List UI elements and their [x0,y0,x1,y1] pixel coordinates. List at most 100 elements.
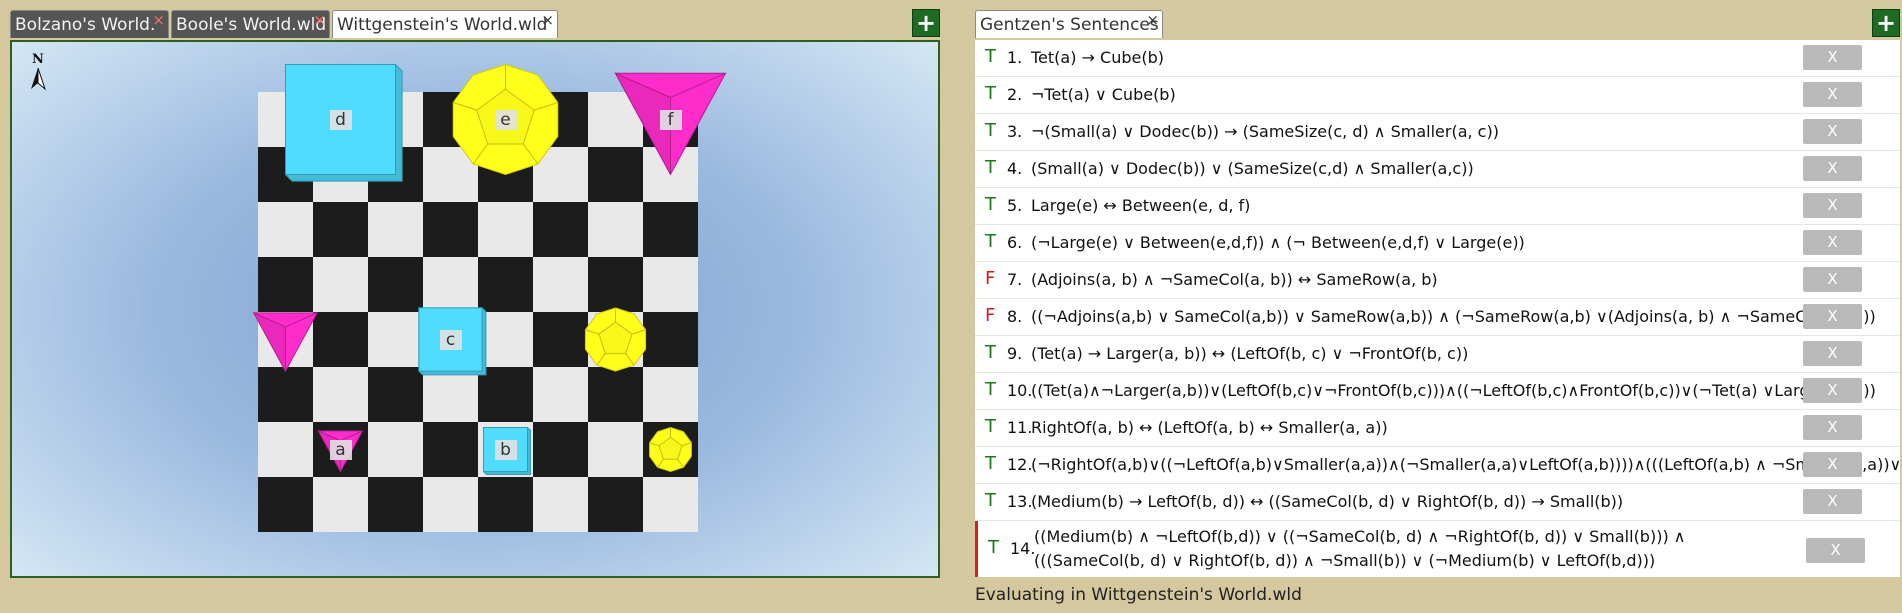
delete-sentence-button[interactable]: X [1803,415,1862,440]
truth-value: T [985,120,996,141]
delete-sentence-button[interactable]: X [1803,230,1862,255]
add-world-button[interactable]: + [912,9,940,37]
truth-value: T [985,46,996,67]
sentence-text[interactable]: ((¬Adjoins(a,b) ∨ SameCol(a,b)) ∨ SameRo… [1031,307,1876,326]
tab-label: Bolzano's World. [15,15,156,35]
sentence-row[interactable]: T 6. (¬Large(e) ∨ Between(e,d,f)) ∧ (¬ Bet… [975,225,1900,262]
block-label-d: d [329,109,352,130]
sentence-row[interactable]: T 1. Tet(a) → Cube(b) X [975,40,1900,77]
truth-value: T [985,83,996,104]
delete-sentence-button[interactable]: X [1803,378,1862,403]
sentence-row[interactable]: T 12. (¬RightOf(a,b)∨((¬LeftOf(a,b)∨Smalle… [975,447,1900,484]
delete-sentence-button[interactable]: X [1803,119,1862,144]
sentence-text[interactable]: Tet(a) → Cube(b) [1031,48,1164,67]
delete-sentence-button[interactable]: X [1803,304,1862,329]
sentence-list: T 1. Tet(a) → Cube(b) X T 2. ¬Tet(a) ∨ Cube(b)… [975,40,1900,577]
sentence-text[interactable]: ¬Tet(a) ∨ Cube(b) [1031,85,1176,104]
sentence-number: 5. [1007,196,1023,215]
delete-sentence-button[interactable]: X [1803,193,1862,218]
sentence-row[interactable]: T 9. (Tet(a) → Larger(a, b)) ↔ (LeftOf(b, … [975,336,1900,373]
sentence-text-line: (¬Large(e) ∨ Between(e,d,f)) ∧ (¬ Betwee… [1031,233,1525,252]
block-label-a: a [329,439,352,460]
sentence-row[interactable]: T 5. Large(e) ↔ Between(e, d, f) X [975,188,1900,225]
blocks-layer[interactable] [12,42,940,578]
sentence-number: 9. [1007,344,1023,363]
sentence-text[interactable]: (¬RightOf(a,b)∨((¬LeftOf(a,b)∨Smaller(a,… [1031,455,1900,474]
sentence-text[interactable]: (Medium(b) → LeftOf(b, d)) ↔ ((SameCol(b… [1031,492,1623,511]
sentence-row[interactable]: T 3. ¬(Small(a) ∨ Dodec(b)) → (SameSize(c… [975,114,1900,151]
sentence-text-line: ¬(Small(a) ∨ Dodec(b)) → (SameSize(c, d)… [1031,122,1499,141]
truth-value: T [985,416,996,437]
sentence-text[interactable]: ((Medium(b) ∧ ¬LeftOf(b,d)) ∨ ((¬SameCol… [1034,525,1685,573]
block-dodec[interactable] [584,307,647,372]
truth-value: T [985,157,996,178]
sentence-row[interactable]: T 2. ¬Tet(a) ∨ Cube(b) X [975,77,1900,114]
sentence-row[interactable]: T 4. (Small(a) ∨ Dodec(b)) ∨ (SameSize(c,d… [975,151,1900,188]
sentence-text-line: (Medium(b) → LeftOf(b, d)) ↔ ((SameCol(b… [1031,492,1624,511]
sentence-text-line: ¬Tet(a) ∨ Cube(b) [1031,85,1176,104]
sentence-number: 2. [1007,85,1023,104]
block-label-c: c [439,329,462,350]
tab-wittgensteins-world[interactable]: Wittgenstein's World.wld × [332,10,558,38]
truth-value: T [985,379,996,400]
close-tab-icon[interactable]: × [1146,11,1159,29]
delete-sentence-button[interactable]: X [1806,538,1865,563]
sentence-row[interactable]: F 8. ((¬Adjoins(a,b) ∨ SameCol(a,b)) ∨ Sam… [975,299,1900,336]
block-label-e: e [494,109,517,130]
sentence-text-line: (¬RightOf(a,b)∨((¬LeftOf(a,b)∨Smaller(a,… [1031,455,1900,474]
close-tab-icon[interactable]: × [152,11,165,29]
delete-sentence-button[interactable]: X [1803,45,1862,70]
sentence-row[interactable]: T 13. (Medium(b) → LeftOf(b, d)) ↔ ((SameC… [975,484,1900,521]
sentence-text-line: (Small(a) ∨ Dodec(b)) ∨ (SameSize(c,d) ∧… [1031,159,1474,178]
sentence-text-line: (Adjoins(a, b) ∧ ¬SameCol(a, b)) ↔ SameR… [1031,270,1438,289]
sentence-text-line: ((Tet(a)∧¬Larger(a,b))∨(LeftOf(b,c)∨¬Fro… [1031,381,1876,400]
sentence-text-line: RightOf(a, b) ↔ (LeftOf(a, b) ↔ Smaller(… [1031,418,1388,437]
block-label-f: f [659,109,682,130]
sentence-tab-bar: Gentzen's Sentences × [975,10,1165,38]
sentence-number: 8. [1007,307,1023,326]
delete-sentence-button[interactable]: X [1803,82,1862,107]
sentence-text[interactable]: (Small(a) ∨ Dodec(b)) ∨ (SameSize(c,d) ∧… [1031,159,1474,178]
sentence-row[interactable]: T 14. ((Medium(b) ∧ ¬LeftOf(b,d)) ∨ ((¬Sam… [975,521,1900,577]
block-tet[interactable] [252,311,318,373]
truth-value: T [985,194,996,215]
tab-booles-world[interactable]: Boole's World.wld × [171,10,330,38]
block-dodec[interactable] [649,426,692,473]
sentence-text-line: ((¬Adjoins(a,b) ∨ SameCol(a,b)) ∨ SameRo… [1031,307,1876,326]
sentence-text[interactable]: (Adjoins(a, b) ∧ ¬SameCol(a, b)) ↔ SameR… [1031,270,1438,289]
delete-sentence-button[interactable]: X [1803,267,1862,292]
close-tab-icon[interactable]: × [541,11,554,29]
sentence-number: 12. [1007,455,1033,474]
tab-label: Boole's World.wld [176,15,327,35]
sentence-number: 6. [1007,233,1023,252]
delete-sentence-button[interactable]: X [1803,156,1862,181]
delete-sentence-button[interactable]: X [1803,489,1862,514]
tab-bolzanos-world[interactable]: Bolzano's World. × [10,10,169,38]
sentence-text[interactable]: ((Tet(a)∧¬Larger(a,b))∨(LeftOf(b,c)∨¬Fro… [1031,381,1876,400]
sentence-text-line: Large(e) ↔ Between(e, d, f) [1031,196,1251,215]
sentence-text[interactable]: (Tet(a) → Larger(a, b)) ↔ (LeftOf(b, c) … [1031,344,1468,363]
sentence-row[interactable]: F 7. (Adjoins(a, b) ∧ ¬SameCol(a, b)) ↔ Sa… [975,262,1900,299]
world-tab-bar: Bolzano's World. × Boole's World.wld × W… [10,10,560,38]
tab-gentzens-sentences[interactable]: Gentzen's Sentences × [975,10,1163,38]
truth-value: T [985,342,996,363]
delete-sentence-button[interactable]: X [1803,341,1862,366]
sentence-text[interactable]: RightOf(a, b) ↔ (LeftOf(a, b) ↔ Smaller(… [1031,418,1388,437]
sentence-number: 4. [1007,159,1023,178]
sentence-text[interactable]: ¬(Small(a) ∨ Dodec(b)) → (SameSize(c, d)… [1031,122,1499,141]
sentence-row[interactable]: T 11. RightOf(a, b) ↔ (LeftOf(a, b) ↔ Smal… [975,410,1900,447]
sentence-row[interactable]: T 10. ((Tet(a)∧¬Larger(a,b))∨(LeftOf(b,c)∨… [975,373,1900,410]
truth-value: F [985,305,996,326]
sentence-text[interactable]: (¬Large(e) ∨ Between(e,d,f)) ∧ (¬ Betwee… [1031,233,1525,252]
sentence-number: 10. [1007,381,1033,400]
tab-label: Gentzen's Sentences [980,15,1159,35]
sentence-text[interactable]: Large(e) ↔ Between(e, d, f) [1031,196,1250,215]
sentence-text-line: ((Medium(b) ∧ ¬LeftOf(b,d)) ∨ ((¬SameCol… [1034,527,1686,546]
truth-value: T [985,490,996,511]
delete-sentence-button[interactable]: X [1803,452,1862,477]
sentence-number: 11. [1007,418,1033,437]
tab-label: Wittgenstein's World.wld [337,15,548,35]
world-view[interactable]: N abcdef [10,40,940,578]
close-tab-icon[interactable]: × [313,11,326,29]
add-sentence-file-button[interactable]: + [1872,9,1900,37]
